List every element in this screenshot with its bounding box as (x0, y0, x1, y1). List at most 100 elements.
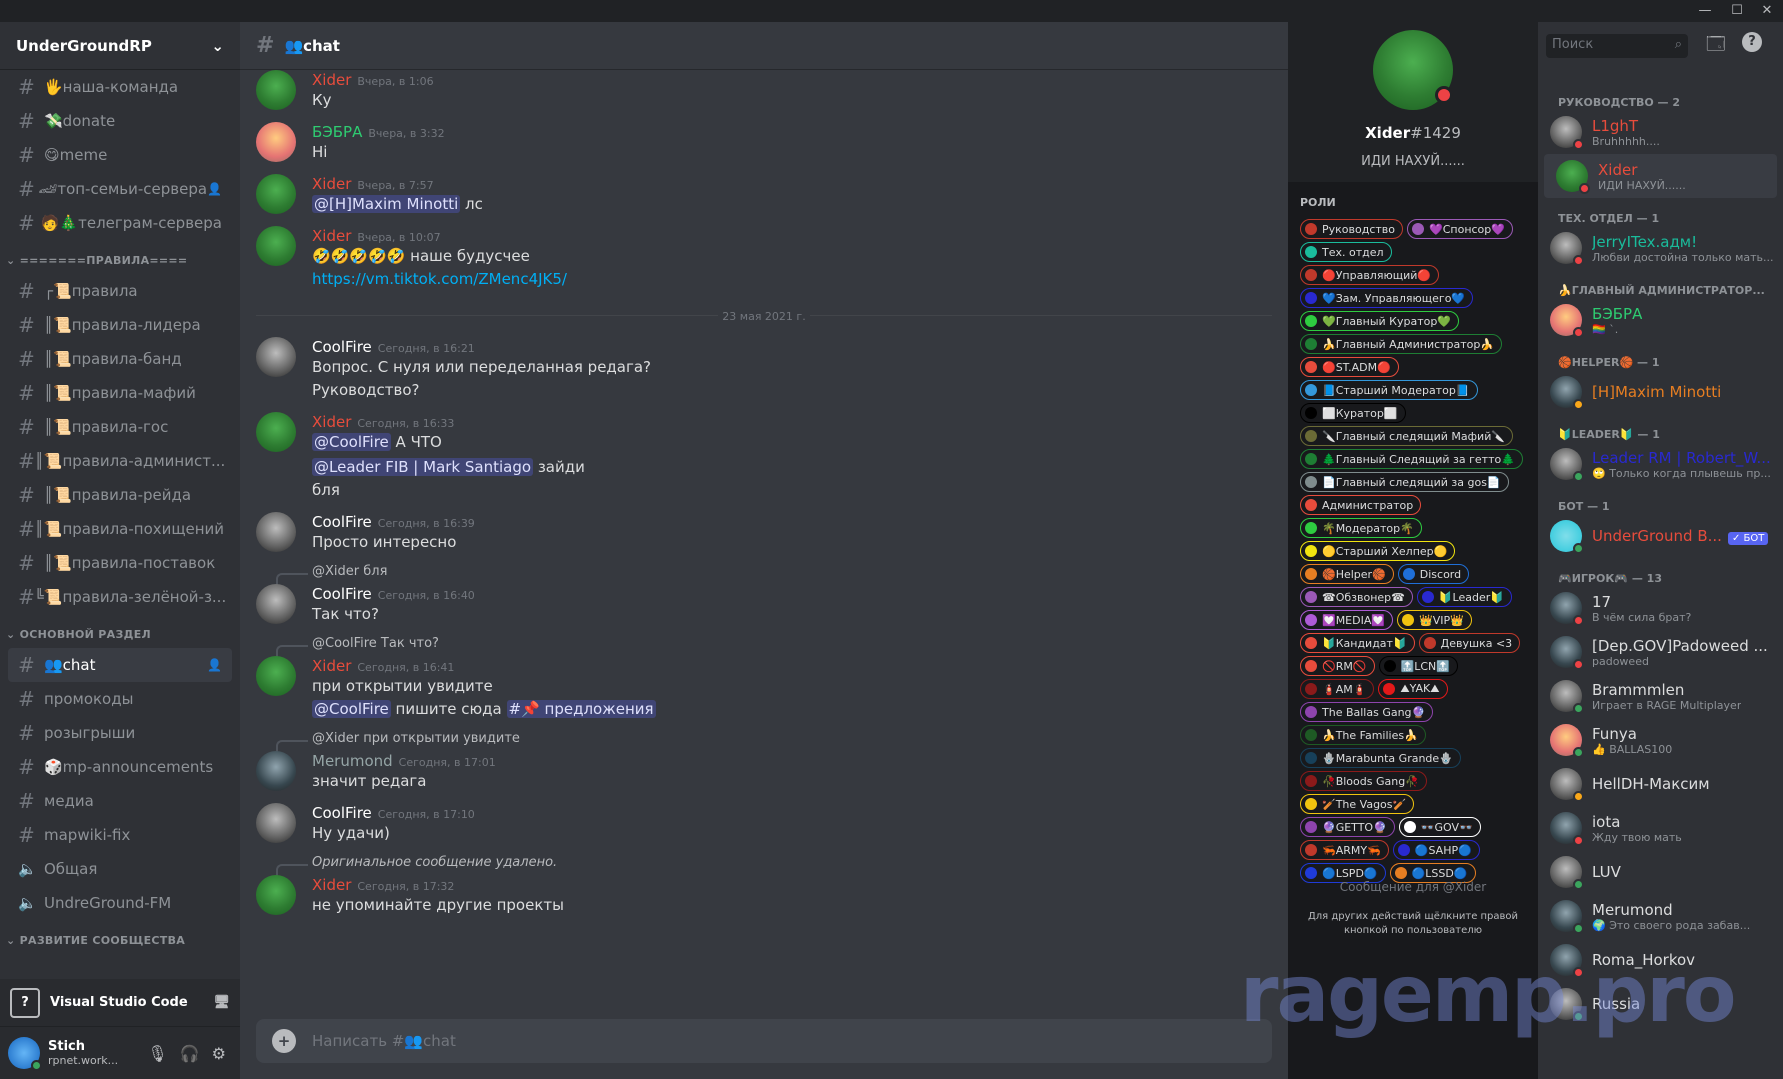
close-icon[interactable]: ✕ (1752, 2, 1782, 20)
channel-item[interactable]: # ╚📜правила-зелёной-з... (8, 580, 232, 614)
message-author[interactable]: Xider (312, 227, 351, 245)
role-badge[interactable]: 👑VIP👑 (1397, 610, 1472, 630)
role-badge[interactable]: 🥀Bloods Gang🥀 (1300, 771, 1427, 791)
add-member-icon[interactable]: 👤 (207, 182, 222, 196)
avatar[interactable] (256, 337, 296, 377)
member-item[interactable]: UnderGround B... ✓ БОТ (1538, 514, 1783, 558)
channel-item[interactable]: # 🎲mp-announcements (8, 750, 232, 784)
role-badge[interactable]: ⛰YAK⛰ (1378, 679, 1448, 699)
category-header[interactable]: ⌄ =======ПРАВИЛА==== (0, 240, 240, 274)
avatar[interactable] (8, 1037, 42, 1071)
category-header[interactable]: ⌄ ОСНОВНОЙ РАЗДЕЛ (0, 614, 240, 648)
microphone-icon[interactable]: 🎙 (147, 1044, 167, 1063)
role-badge[interactable]: 🌲Главный Следящий за гетто🌲 (1300, 449, 1523, 469)
reply-preview[interactable]: @Xider бля (256, 564, 1288, 585)
gear-icon[interactable]: ⚙ (212, 1044, 226, 1063)
channel-item[interactable]: # 💸donate (8, 104, 232, 138)
role-badge[interactable]: 🧯AM🧯 (1300, 679, 1375, 699)
message-link[interactable]: https://vm.tiktok.com/ZMenc4JK5/ (312, 270, 567, 288)
avatar[interactable] (256, 751, 296, 791)
channel-item[interactable]: # ║📜правила-админист... (8, 444, 232, 478)
message-author[interactable]: CoolFire (312, 585, 372, 603)
message-author[interactable]: БЭБРА (312, 123, 362, 141)
channel-item[interactable]: # 😋meme (8, 138, 232, 172)
help-icon[interactable]: ? (1742, 32, 1762, 52)
role-badge[interactable]: 💚Главный Куратор💚 (1300, 311, 1460, 331)
role-badge[interactable]: 🔝LCN🔝 (1378, 656, 1458, 676)
avatar[interactable] (256, 803, 296, 843)
headphones-icon[interactable]: 🎧 (180, 1044, 200, 1063)
message-author[interactable]: Merumond (312, 752, 393, 770)
channel-item[interactable]: # розыгрыши (8, 716, 232, 750)
avatar[interactable] (256, 226, 296, 266)
avatar[interactable] (256, 584, 296, 624)
role-badge[interactable]: Администратор (1300, 495, 1422, 515)
reply-preview[interactable]: @CoolFire Так что? (256, 636, 1288, 657)
reply-preview[interactable]: Оригинальное сообщение удалено. (256, 855, 1288, 876)
role-badge[interactable]: 🌴Модератор🌴 (1300, 518, 1422, 538)
message-author[interactable]: Xider (312, 175, 351, 193)
avatar[interactable] (256, 174, 296, 214)
member-item[interactable]: LUV (1538, 850, 1783, 894)
role-badge[interactable]: 📘Старший Модератор📘 (1300, 380, 1478, 400)
server-header[interactable]: UnderGroundRP ⌄ (0, 22, 240, 70)
user-mention[interactable]: @[H]Maxim Minotti (312, 195, 461, 213)
role-badge[interactable]: ☎Обзвонер☎ (1300, 587, 1413, 607)
maximize-icon[interactable]: ☐ (1722, 2, 1752, 20)
member-item[interactable]: [H]Maxim Minotti (1538, 370, 1783, 414)
plus-circle-icon[interactable]: + (272, 1029, 296, 1053)
channel-item[interactable]: # промокоды (8, 682, 232, 716)
avatar[interactable] (256, 122, 296, 162)
member-item[interactable]: JerryITex.адм! Любви достойна только мать… (1538, 226, 1783, 270)
channel-item[interactable]: # ║📜правила-мафий (8, 376, 232, 410)
message-author[interactable]: CoolFire (312, 804, 372, 822)
member-item[interactable]: Xider ИДИ НАХУЙ...... (1544, 154, 1777, 198)
channel-item[interactable]: # медиа (8, 784, 232, 818)
role-badge[interactable]: 🦐ARMY🦐 (1300, 840, 1389, 860)
role-badge[interactable]: 🔮GETTO🔮 (1300, 817, 1395, 837)
reply-preview[interactable]: @Xider при открытии увидите (256, 731, 1288, 752)
search-input[interactable]: Поиск ⌕ (1546, 34, 1688, 58)
message-author[interactable]: CoolFire (312, 513, 372, 531)
channel-item[interactable]: # 🧑🎄телеграм-сервера (8, 206, 232, 240)
message-author[interactable]: Xider (312, 657, 351, 675)
member-item[interactable]: Merumond 🌍 Это своего рода забав... (1538, 894, 1783, 938)
channel-item[interactable]: # 🖐наша-команда (8, 70, 232, 104)
add-member-icon[interactable]: 👤 (207, 658, 222, 672)
channel-item[interactable]: # ║📜правила-поставок (8, 546, 232, 580)
avatar[interactable] (256, 512, 296, 552)
member-item[interactable]: БЭБРА 🏳‍🌈 `. (1538, 298, 1783, 342)
channel-item[interactable]: # 👥chat 👤 (8, 648, 232, 682)
role-badge[interactable]: 🔰Кандидат🔰 (1300, 633, 1415, 653)
avatar[interactable] (256, 875, 296, 915)
channel-item[interactable]: # mapwiki-fix (8, 818, 232, 852)
channel-item[interactable]: # ║📜правила-лидера (8, 308, 232, 342)
role-badge[interactable]: 🍌Главный Администратор🍌 (1300, 334, 1503, 354)
role-badge[interactable]: 🔴Управляющий🔴 (1300, 265, 1440, 285)
role-badge[interactable]: 🟡Старший Хелпер🟡 (1300, 541, 1456, 561)
message-author[interactable]: Xider (312, 876, 351, 894)
role-badge[interactable]: 📄Главный следящий за gos📄 (1300, 472, 1509, 492)
user-mention[interactable]: @CoolFire (312, 433, 391, 451)
avatar[interactable] (256, 656, 296, 696)
role-badge[interactable]: 🏏The Vagos🏏 (1300, 794, 1415, 814)
role-badge[interactable]: Девушка <3 (1418, 633, 1521, 653)
role-badge[interactable]: 🔴ST.ADM🔴 (1300, 357, 1399, 377)
member-item[interactable]: [Dep.GOV]Padoweed ... padoweed (1538, 630, 1783, 674)
role-badge[interactable]: The Ballas Gang🔮 (1300, 702, 1434, 722)
minimize-icon[interactable]: — (1690, 2, 1720, 20)
role-badge[interactable]: Тех. отдел (1300, 242, 1392, 262)
role-badge[interactable]: 🍌The Families🍌 (1300, 725, 1426, 745)
user-mention[interactable]: @CoolFire (312, 700, 391, 718)
role-badge[interactable]: 🚫RM🚫 (1300, 656, 1375, 676)
role-badge[interactable]: 👓GOV👓 (1398, 817, 1481, 837)
user-mention[interactable]: @Leader FIB | Mark Santiago (312, 458, 534, 476)
member-item[interactable]: HellDH-Максим (1538, 762, 1783, 806)
role-badge[interactable]: Discord (1397, 564, 1470, 584)
member-item[interactable]: Brammmlen Играет в RAGE Multiplayer (1538, 674, 1783, 718)
channel-item[interactable]: # ║📜правила-похищений (8, 512, 232, 546)
channel-mention[interactable]: #📌 предложения (506, 700, 656, 718)
role-badge[interactable]: 🪬Marabunta Grande🪬 (1300, 748, 1461, 768)
inbox-icon[interactable]: 🗔 (1706, 32, 1726, 62)
channel-item[interactable]: 🔈 UndreGround-FM (8, 886, 232, 920)
